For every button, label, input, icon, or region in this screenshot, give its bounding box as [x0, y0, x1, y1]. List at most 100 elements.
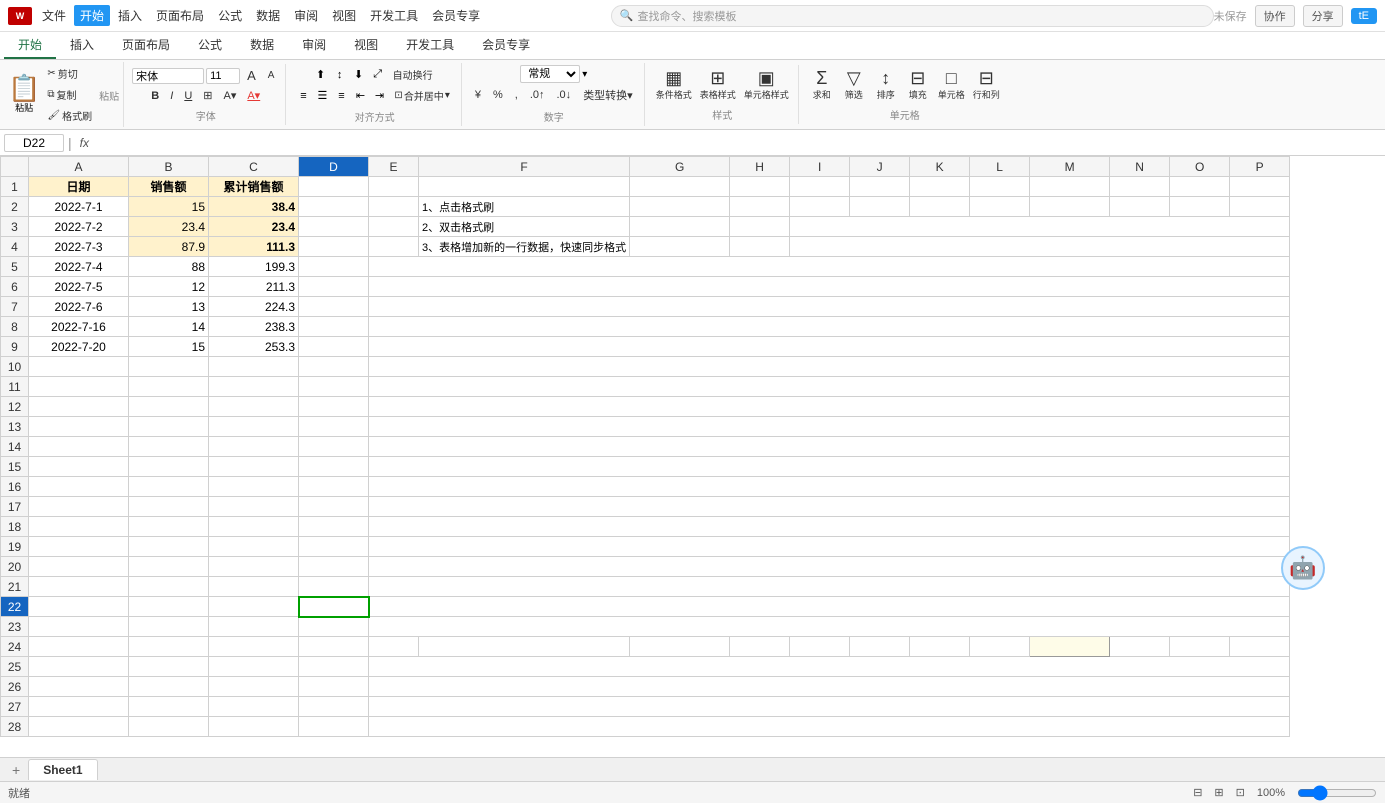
cell-d11[interactable]: [299, 377, 369, 397]
zoom-slider[interactable]: [1297, 785, 1377, 801]
align-middle-btn[interactable]: ↕: [331, 67, 349, 83]
cell-d15[interactable]: [299, 457, 369, 477]
col-header-o[interactable]: O: [1170, 157, 1230, 177]
cell-i24[interactable]: [790, 637, 850, 657]
add-sheet-btn[interactable]: +: [4, 759, 28, 781]
row-header-26[interactable]: 26: [1, 677, 29, 697]
menu-insert[interactable]: 插入: [112, 5, 148, 26]
cell-d10[interactable]: [299, 357, 369, 377]
border-btn[interactable]: ⊞: [198, 87, 217, 104]
cell-b27[interactable]: [129, 697, 209, 717]
row-header-3[interactable]: 3: [1, 217, 29, 237]
clear-btn[interactable]: □ 单元格: [935, 67, 968, 103]
cell-a9[interactable]: 2022-7-20: [29, 337, 129, 357]
cell-e9[interactable]: [369, 337, 1290, 357]
cell-a13[interactable]: [29, 417, 129, 437]
menu-file[interactable]: 文件: [36, 5, 72, 26]
cell-n1[interactable]: [1110, 177, 1170, 197]
cell-c3[interactable]: 23.4: [209, 217, 299, 237]
view-page-icon[interactable]: ⊞: [1214, 786, 1223, 799]
sheet-tab-sheet1[interactable]: Sheet1: [28, 759, 97, 780]
cell-c12[interactable]: [209, 397, 299, 417]
row-header-12[interactable]: 12: [1, 397, 29, 417]
menu-formula[interactable]: 公式: [212, 5, 248, 26]
cell-d21[interactable]: [299, 577, 369, 597]
cell-c24[interactable]: [209, 637, 299, 657]
share-btn[interactable]: 分享: [1303, 5, 1343, 27]
align-bottom-btn[interactable]: ⬇: [350, 67, 368, 83]
cell-c9[interactable]: 253.3: [209, 337, 299, 357]
cell-a17[interactable]: [29, 497, 129, 517]
row-header-25[interactable]: 25: [1, 657, 29, 677]
font-color-btn[interactable]: A▾: [242, 87, 265, 104]
cell-a20[interactable]: [29, 557, 129, 577]
view-normal-icon[interactable]: ⊟: [1193, 786, 1202, 799]
cell-b1[interactable]: 销售额: [129, 177, 209, 197]
cell-l2[interactable]: [970, 197, 1030, 217]
tab-dev[interactable]: 开发工具: [392, 32, 468, 59]
cell-d25[interactable]: [299, 657, 369, 677]
row-header-16[interactable]: 16: [1, 477, 29, 497]
row-header-11[interactable]: 11: [1, 377, 29, 397]
row-header-18[interactable]: 18: [1, 517, 29, 537]
cell-e5[interactable]: [369, 257, 1290, 277]
cell-d12[interactable]: [299, 397, 369, 417]
cell-d14[interactable]: [299, 437, 369, 457]
cell-g3[interactable]: [630, 217, 730, 237]
cell-c11[interactable]: [209, 377, 299, 397]
cell-d3[interactable]: [299, 217, 369, 237]
font-name-input[interactable]: [132, 68, 204, 84]
cell-p24[interactable]: [1230, 637, 1290, 657]
cell-f2[interactable]: 1、点击格式刷: [419, 197, 630, 217]
cell-c6[interactable]: 211.3: [209, 277, 299, 297]
cell-b26[interactable]: [129, 677, 209, 697]
sort-btn[interactable]: ↕ 排序: [871, 67, 901, 103]
cell-g24[interactable]: [630, 637, 730, 657]
conditional-format-btn[interactable]: ▦ 条件格式: [653, 67, 695, 103]
font-size-input[interactable]: [206, 68, 240, 84]
italic-btn[interactable]: I: [165, 88, 178, 104]
cell-b13[interactable]: [129, 417, 209, 437]
cell-b14[interactable]: [129, 437, 209, 457]
cell-f24[interactable]: [419, 637, 630, 657]
cell-c27[interactable]: [209, 697, 299, 717]
tab-member[interactable]: 会员专享: [468, 32, 544, 59]
cut-button[interactable]: ✂ 剪切: [42, 64, 97, 83]
cell-a1[interactable]: 日期: [29, 177, 129, 197]
row-header-6[interactable]: 6: [1, 277, 29, 297]
col-header-c[interactable]: C: [209, 157, 299, 177]
row-header-2[interactable]: 2: [1, 197, 29, 217]
collab-btn[interactable]: 协作: [1255, 5, 1295, 27]
cell-e4[interactable]: [369, 237, 419, 257]
row-header-1[interactable]: 1: [1, 177, 29, 197]
cell-a24[interactable]: [29, 637, 129, 657]
align-right-btn[interactable]: ≡: [332, 88, 350, 104]
cell-c17[interactable]: [209, 497, 299, 517]
currency-btn[interactable]: ¥: [470, 87, 486, 103]
cell-e1[interactable]: [369, 177, 419, 197]
col-header-d[interactable]: D: [299, 157, 369, 177]
cell-i4[interactable]: [790, 237, 1290, 257]
cell-a10[interactable]: [29, 357, 129, 377]
cell-a25[interactable]: [29, 657, 129, 677]
cell-a3[interactable]: 2022-7-2: [29, 217, 129, 237]
cell-o24[interactable]: [1170, 637, 1230, 657]
cell-m1[interactable]: [1030, 177, 1110, 197]
format-painter-button[interactable]: 🖌 格式刷: [42, 106, 97, 125]
col-header-a[interactable]: A: [29, 157, 129, 177]
cell-h2[interactable]: [730, 197, 790, 217]
cell-k24[interactable]: [910, 637, 970, 657]
col-header-i[interactable]: I: [790, 157, 850, 177]
cell-c1[interactable]: 累计销售额: [209, 177, 299, 197]
text-angle-btn[interactable]: ⤢: [369, 67, 387, 83]
row-header-19[interactable]: 19: [1, 537, 29, 557]
cell-d18[interactable]: [299, 517, 369, 537]
cell-f1[interactable]: [419, 177, 630, 197]
cell-d5[interactable]: [299, 257, 369, 277]
cell-d7[interactable]: [299, 297, 369, 317]
underline-btn[interactable]: U: [179, 88, 197, 104]
search-bar[interactable]: 🔍 查找命令、搜索模板: [611, 5, 1214, 27]
cell-d22[interactable]: [299, 597, 369, 617]
cell-c18[interactable]: [209, 517, 299, 537]
cell-e24[interactable]: [369, 637, 419, 657]
